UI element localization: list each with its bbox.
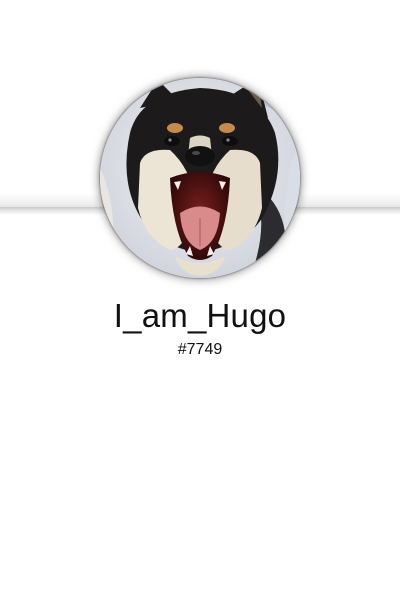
profile-card: I_am_Hugo #7749 xyxy=(0,0,400,600)
username: I_am_Hugo xyxy=(113,297,287,334)
user-discriminator: #7749 xyxy=(177,341,223,358)
avatar[interactable] xyxy=(100,78,300,278)
avatar-image xyxy=(100,78,300,278)
